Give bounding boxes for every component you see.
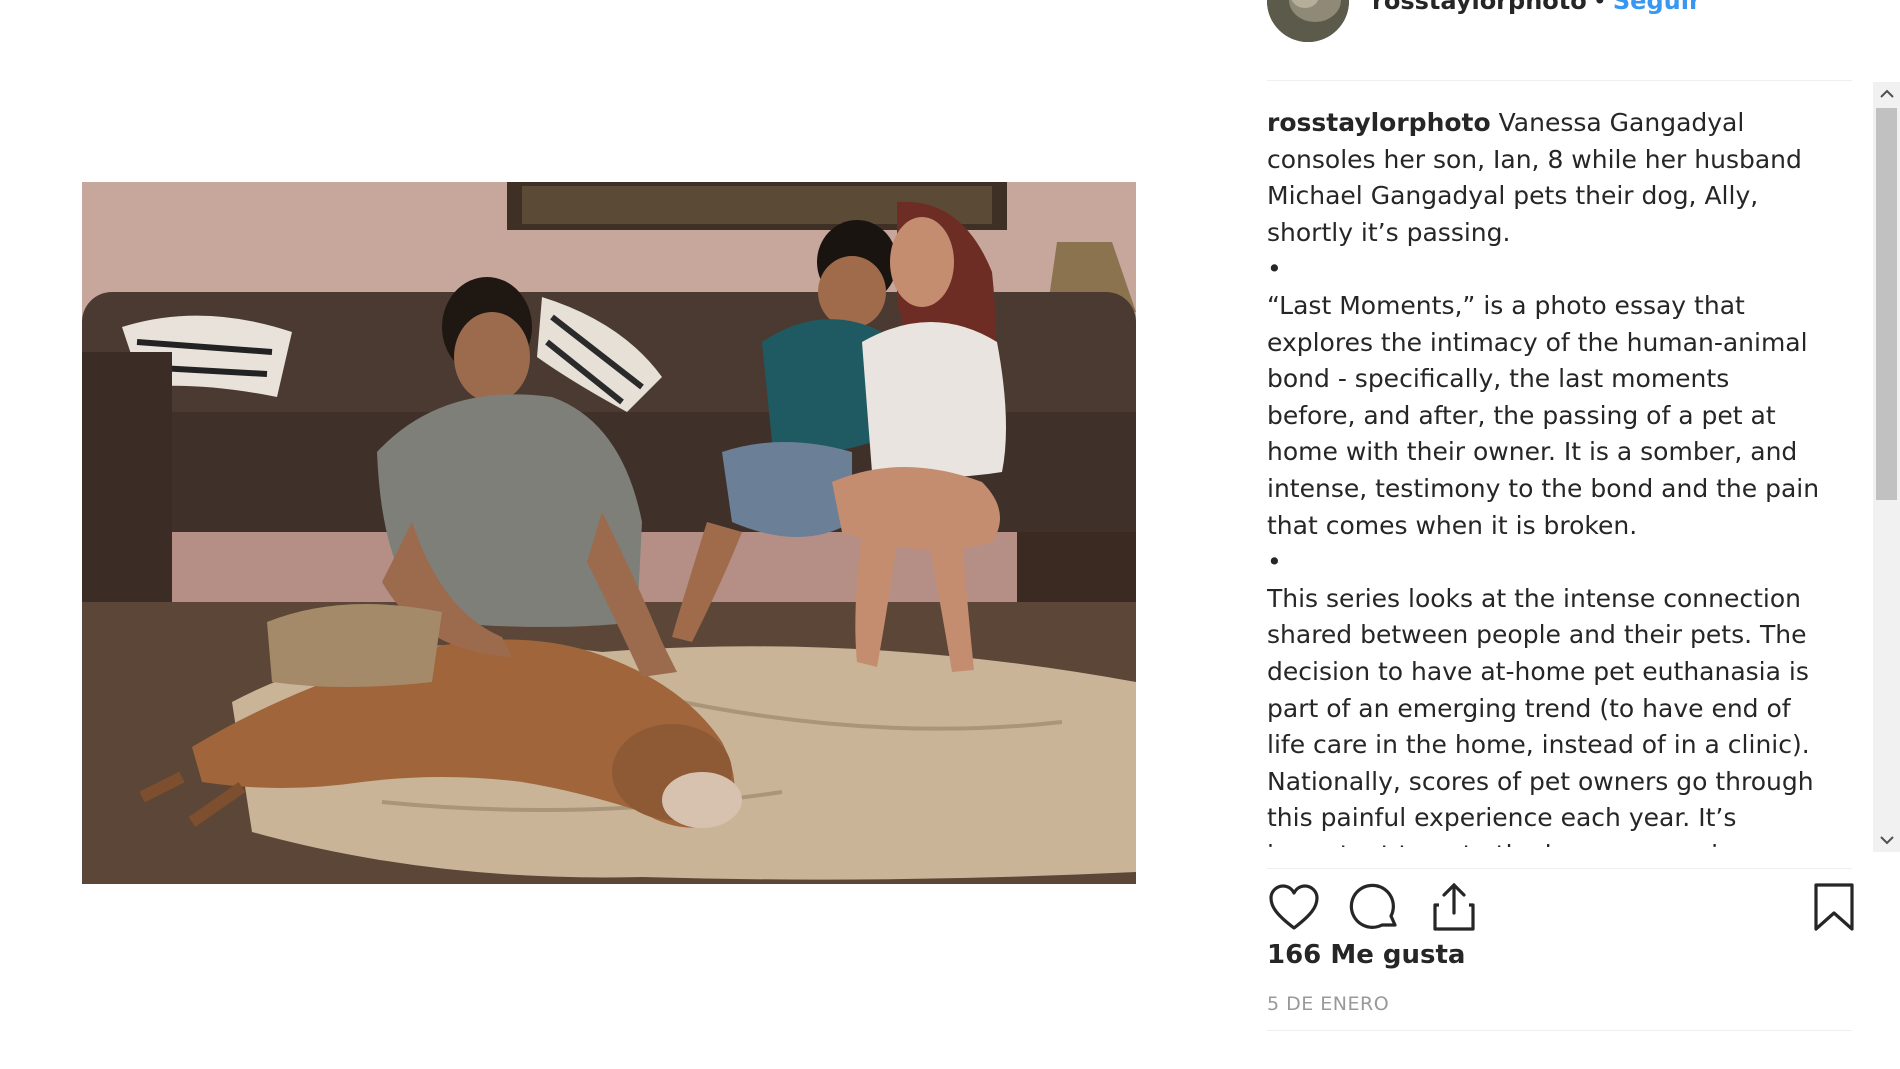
header-username[interactable]: rosstaylorphoto	[1372, 0, 1587, 15]
bookmark-icon[interactable]	[1807, 881, 1861, 935]
post-actions	[1267, 868, 1854, 931]
follow-button[interactable]: Seguir	[1613, 0, 1701, 15]
caption-bullet: •	[1267, 547, 1282, 577]
header-user-row: rosstaylorphoto • Seguir	[1372, 0, 1701, 16]
caption-paragraph: “Last Moments,” is a photo essay that ex…	[1267, 290, 1820, 540]
chevron-up-icon[interactable]	[1873, 82, 1900, 106]
post-photo[interactable]	[82, 182, 1136, 884]
share-icon[interactable]	[1427, 881, 1481, 935]
post-header: rosstaylorphoto • Seguir	[1267, 0, 1852, 81]
post-photo-image	[82, 182, 1136, 884]
caption-paragraph: This series looks at the intense connect…	[1267, 583, 1814, 847]
likes-count[interactable]: 166 Me gusta	[1267, 940, 1465, 970]
header-separator: •	[1592, 0, 1607, 15]
caption: rosstaylorphoto Vanessa Gangadyal consol…	[1267, 105, 1822, 847]
avatar-image	[1267, 0, 1349, 42]
comment-icon[interactable]	[1347, 881, 1401, 935]
avatar[interactable]	[1267, 0, 1349, 42]
post-date[interactable]: 5 DE ENERO	[1267, 993, 1389, 1015]
caption-intro-paragraph: rosstaylorphoto Vanessa Gangadyal consol…	[1267, 105, 1822, 251]
scrollbar-thumb[interactable]	[1876, 108, 1897, 500]
chevron-down-icon[interactable]	[1873, 828, 1900, 852]
caption-bullet: •	[1267, 254, 1282, 284]
caption-scroll-area[interactable]: rosstaylorphoto Vanessa Gangadyal consol…	[1267, 105, 1835, 847]
heart-icon[interactable]	[1267, 881, 1321, 935]
caption-author[interactable]: rosstaylorphoto	[1267, 108, 1491, 137]
caption-scrollbar[interactable]	[1873, 82, 1900, 852]
divider	[1267, 1030, 1852, 1031]
